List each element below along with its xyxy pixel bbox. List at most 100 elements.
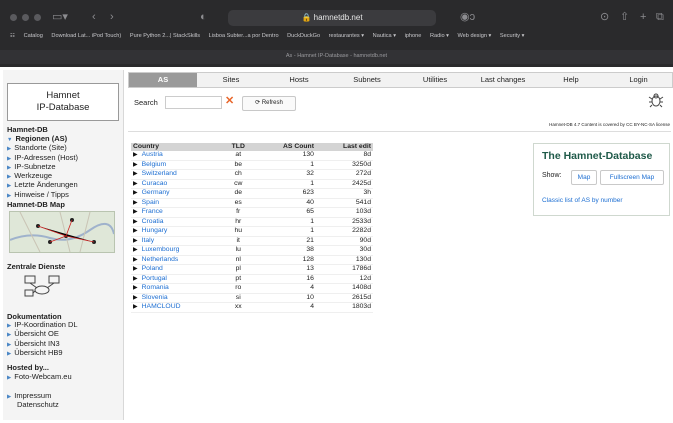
license-note[interactable]: Hamnet-DB 4.7 Content is covered by CC B…	[520, 122, 670, 127]
country-cell[interactable]: ▶ Belgium	[131, 160, 223, 170]
doc-item-uebersicht-hb9[interactable]: ▶ Übersicht HB9	[7, 348, 78, 358]
bookmark[interactable]: Radio ▾	[430, 33, 449, 39]
country-cell[interactable]: ▶ HAMCLOUD	[131, 302, 223, 313]
expand-row-icon[interactable]: ▶	[133, 304, 138, 310]
share-icon[interactable]: ⇧	[620, 10, 629, 24]
country-cell[interactable]: ▶ Croatia	[131, 217, 223, 227]
country-link[interactable]: Netherlands	[142, 256, 179, 263]
country-cell[interactable]: ▶ Germany	[131, 188, 223, 199]
column-as-count[interactable]: AS Count	[253, 143, 316, 151]
bookmark[interactable]: restaurantes ▾	[329, 33, 364, 39]
country-link[interactable]: Spain	[142, 199, 159, 206]
table-row[interactable]: ▶ Netherlands nl 128 130d	[131, 255, 373, 265]
footer-item-datenschutz[interactable]: Datenschutz	[7, 401, 59, 409]
country-link[interactable]: Germany	[142, 189, 170, 196]
table-row[interactable]: ▶ Slovenia si 10 2615d	[131, 293, 373, 303]
expand-row-icon[interactable]: ▶	[133, 285, 138, 291]
table-row[interactable]: ▶ Germany de 623 3h	[131, 188, 373, 199]
sidebar-toggle-icon[interactable]: ▭▾	[52, 10, 68, 24]
bookmark[interactable]: Catalog	[24, 33, 43, 39]
map-thumbnail[interactable]	[9, 211, 115, 253]
table-row[interactable]: ▶ Hungary hu 1 2282d	[131, 226, 373, 237]
expand-row-icon[interactable]: ▶	[133, 181, 138, 187]
clear-search-icon[interactable]: ✕	[225, 94, 234, 107]
table-row[interactable]: ▶ Romania ro 4 1408d	[131, 283, 373, 294]
country-link[interactable]: Curacao	[142, 180, 168, 187]
column-last-edit[interactable]: Last edit	[315, 143, 373, 151]
country-cell[interactable]: ▶ Netherlands	[131, 255, 223, 265]
expand-row-icon[interactable]: ▶	[133, 295, 138, 301]
site-logo[interactable]: Hamnet IP-Database	[7, 83, 119, 121]
country-link[interactable]: Croatia	[142, 218, 164, 225]
country-cell[interactable]: ▶ Slovenia	[131, 293, 223, 303]
table-row[interactable]: ▶ Curacao cw 1 2425d	[131, 179, 373, 189]
country-link[interactable]: Luxembourg	[142, 246, 180, 253]
sidebar-item-hinweise[interactable]: ▶ Hinweise / Tipps	[7, 190, 78, 200]
country-link[interactable]: Italy	[142, 237, 154, 244]
country-cell[interactable]: ▶ Spain	[131, 198, 223, 208]
expand-row-icon[interactable]: ▶	[133, 228, 138, 234]
search-input[interactable]	[165, 96, 222, 109]
network-services-icon[interactable]	[23, 273, 63, 299]
expand-row-icon[interactable]: ▶	[133, 209, 138, 215]
country-cell[interactable]: ▶ Switzerland	[131, 169, 223, 180]
bookmark[interactable]: DuckDuckGo	[287, 33, 320, 39]
expand-row-icon[interactable]: ▶	[133, 219, 138, 225]
expand-row-icon[interactable]: ▶	[133, 171, 138, 177]
tab-overview-icon[interactable]: ⧉	[656, 10, 664, 24]
country-cell[interactable]: ▶ Hungary	[131, 226, 223, 237]
country-link[interactable]: Slovenia	[142, 294, 168, 301]
download-icon[interactable]: ⊙	[600, 10, 609, 24]
country-cell[interactable]: ▶ Portugal	[131, 274, 223, 284]
tab-utilities[interactable]: Utilities	[401, 73, 469, 87]
extensions-icon[interactable]: ◉ↄ	[460, 10, 475, 24]
bug-report-icon[interactable]	[648, 92, 664, 108]
table-row[interactable]: ▶ HAMCLOUD xx 4 1803d	[131, 302, 373, 313]
bookmark[interactable]: Security ▾	[500, 33, 525, 39]
tab-subnets[interactable]: Subnets	[333, 73, 401, 87]
new-tab-icon[interactable]: +	[640, 10, 646, 24]
table-row[interactable]: ▶ Luxembourg lu 38 30d	[131, 245, 373, 256]
table-row[interactable]: ▶ Belgium be 1 3250d	[131, 160, 373, 170]
country-link[interactable]: HAMCLOUD	[142, 303, 181, 310]
privacy-shield-icon[interactable]: ◐	[200, 10, 207, 24]
minimize-window-icon[interactable]	[22, 14, 29, 21]
tab-hosts[interactable]: Hosts	[265, 73, 333, 87]
table-row[interactable]: ▶ Portugal pt 16 12d	[131, 274, 373, 284]
country-cell[interactable]: ▶ Austria	[131, 151, 223, 161]
expand-row-icon[interactable]: ▶	[133, 257, 138, 263]
country-cell[interactable]: ▶ France	[131, 207, 223, 218]
table-row[interactable]: ▶ Croatia hr 1 2533d	[131, 217, 373, 227]
bookmark[interactable]: Lisboa Subter...a por Dentro	[209, 33, 279, 39]
column-tld[interactable]: TLD	[222, 143, 254, 151]
expand-row-icon[interactable]: ▶	[133, 162, 138, 168]
country-link[interactable]: Hungary	[142, 227, 168, 234]
country-link[interactable]: Austria	[142, 151, 163, 158]
table-row[interactable]: ▶ Spain es 40 541d	[131, 198, 373, 208]
forward-icon[interactable]: ›	[110, 10, 114, 24]
fullscreen-map-button[interactable]: Fullscreen Map	[600, 170, 664, 185]
expand-row-icon[interactable]: ▶	[133, 152, 138, 158]
tab-sites[interactable]: Sites	[197, 73, 265, 87]
country-link[interactable]: Romania	[142, 284, 169, 291]
expand-row-icon[interactable]: ▶	[133, 190, 138, 196]
expand-row-icon[interactable]: ▶	[133, 247, 138, 253]
table-row[interactable]: ▶ Switzerland ch 32 272d	[131, 169, 373, 180]
back-icon[interactable]: ‹	[92, 10, 96, 24]
country-cell[interactable]: ▶ Italy	[131, 236, 223, 246]
table-row[interactable]: ▶ Austria at 130 8d	[131, 151, 373, 161]
expand-row-icon[interactable]: ▶	[133, 238, 138, 244]
bookmark[interactable]: iphone	[405, 33, 422, 39]
zoom-window-icon[interactable]	[34, 14, 41, 21]
refresh-button[interactable]: ⟳ Refresh	[242, 96, 296, 111]
tab-login[interactable]: Login	[605, 73, 672, 87]
expand-row-icon[interactable]: ▶	[133, 200, 138, 206]
country-link[interactable]: France	[142, 208, 163, 215]
table-row[interactable]: ▶ Italy it 21 90d	[131, 236, 373, 246]
tab-title[interactable]: As - Hamnet IP-Database - hamnetdb.net	[0, 53, 673, 59]
country-link[interactable]: Switzerland	[142, 170, 177, 177]
tab-as[interactable]: AS	[129, 73, 197, 87]
close-window-icon[interactable]	[10, 14, 17, 21]
country-cell[interactable]: ▶ Curacao	[131, 179, 223, 189]
country-link[interactable]: Poland	[142, 265, 163, 272]
